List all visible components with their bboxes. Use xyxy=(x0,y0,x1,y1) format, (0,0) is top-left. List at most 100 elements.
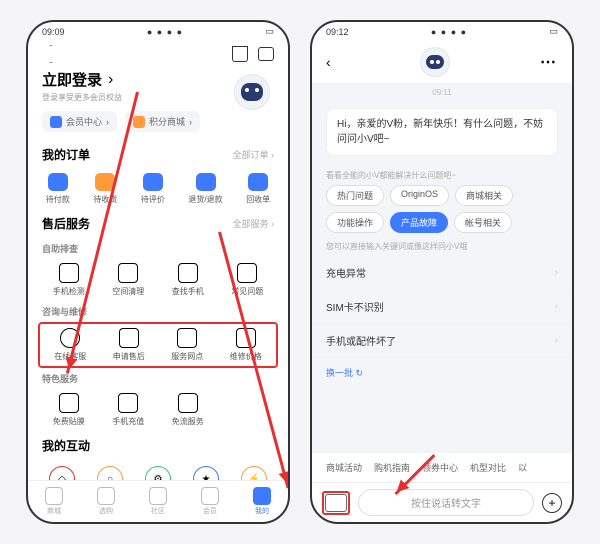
orders-more[interactable]: 全部订单 › xyxy=(233,148,275,161)
tab-mall[interactable]: 商城 xyxy=(45,487,63,516)
orders-title: 我的订单 xyxy=(42,146,90,163)
tab-mine[interactable]: 我的 xyxy=(253,487,271,516)
wrench-icon xyxy=(236,328,256,348)
chip-product-fault[interactable]: 产品故障 xyxy=(390,212,448,233)
interact-bolt-icon[interactable]: ⚡ xyxy=(241,466,267,480)
recycle-icon xyxy=(248,173,268,191)
chat-timestamp: 09:11 xyxy=(312,83,572,102)
chip-account[interactable]: 帐号相关 xyxy=(454,212,512,233)
settings-icon[interactable] xyxy=(42,45,60,63)
coin-icon xyxy=(133,116,145,128)
tab-member[interactable]: 会员 xyxy=(201,487,219,516)
chevron-right-icon: › xyxy=(108,71,113,89)
topup-icon xyxy=(118,393,138,413)
quick-link[interactable]: 购机指南 xyxy=(374,461,410,474)
diamond-icon xyxy=(50,116,62,128)
broom-icon xyxy=(118,263,138,283)
more-icon[interactable]: ⋯ xyxy=(540,52,558,72)
battery-indicator: ▭ xyxy=(549,26,558,37)
service-point[interactable]: 服务网点 xyxy=(161,328,214,362)
interact-star-icon[interactable]: ★ xyxy=(193,466,219,480)
avatar[interactable] xyxy=(234,74,270,110)
keyboard-button-highlight xyxy=(322,491,350,515)
faq-sim[interactable]: SIM卡不识别› xyxy=(312,290,572,324)
back-button[interactable]: ‹ xyxy=(326,54,331,70)
interact-diamond-icon[interactable]: ◇ xyxy=(49,466,75,480)
aftersale-title: 售后服务 xyxy=(42,215,90,232)
consult-sub: 咨询与维修 xyxy=(28,301,288,322)
phone-topup[interactable]: 手机充值 xyxy=(102,393,156,427)
status-icons: ● ● ● ● xyxy=(147,27,183,37)
messages-icon[interactable] xyxy=(258,47,274,61)
faq[interactable]: 常见问题 xyxy=(221,263,275,297)
tag-icon xyxy=(97,487,115,505)
chat-header: ‹ ⋯ xyxy=(312,41,572,83)
chat-avatar[interactable] xyxy=(420,47,450,77)
interact-circle-icon[interactable]: ○ xyxy=(97,466,123,480)
chevron-right-icon: › xyxy=(555,301,558,312)
online-service[interactable]: 在线客服 xyxy=(44,328,97,362)
headset-icon xyxy=(60,328,80,348)
box-icon xyxy=(95,173,115,191)
apply-aftersale[interactable]: 申请售后 xyxy=(103,328,156,362)
signal-icon xyxy=(178,393,198,413)
shield-icon xyxy=(59,393,79,413)
member-center-pill[interactable]: 会员中心› xyxy=(42,111,117,132)
wallet-icon xyxy=(48,173,68,191)
quick-link[interactable]: 领券中心 xyxy=(422,461,458,474)
user-icon xyxy=(253,487,271,505)
free-film[interactable]: 免费贴膜 xyxy=(42,393,96,427)
interact-gear-icon[interactable]: ⚙ xyxy=(145,466,171,480)
chevron-right-icon: › xyxy=(555,267,558,278)
tab-bar: 商城 选购 社区 会员 我的 xyxy=(28,480,288,522)
refresh-batch[interactable]: 换一批 ↻ xyxy=(312,358,572,387)
keyboard-icon[interactable] xyxy=(325,494,347,512)
form-icon xyxy=(119,328,139,348)
cart-icon[interactable] xyxy=(232,46,248,62)
interact-title: 我的互动 xyxy=(42,437,90,454)
heart-icon xyxy=(45,487,63,505)
quick-link[interactable]: 机型对比 xyxy=(470,461,506,474)
tab-shop[interactable]: 选购 xyxy=(97,487,115,516)
plus-button[interactable]: + xyxy=(542,493,562,513)
chip-hot[interactable]: 热门问题 xyxy=(326,185,384,206)
login-title: 立即登录 xyxy=(42,69,102,90)
status-icons: ● ● ● ● xyxy=(431,27,467,37)
voice-input[interactable]: 按住说话转文字 xyxy=(358,489,534,516)
space-clean[interactable]: 空间清理 xyxy=(102,263,156,297)
aftersale-more[interactable]: 全部服务 › xyxy=(233,217,275,230)
order-refund[interactable]: 退货/退款 xyxy=(188,173,222,205)
hint-text-2: 您可以直接输入关键词或像这样问小V哦 xyxy=(312,233,572,256)
points-mall-pill[interactable]: 积分商城› xyxy=(125,111,200,132)
chip-mall[interactable]: 商城相关 xyxy=(455,185,513,206)
find-phone[interactable]: 查找手机 xyxy=(161,263,215,297)
faq-charging[interactable]: 充电异常› xyxy=(312,256,572,290)
clock: 09:09 xyxy=(42,27,65,37)
order-pending-review[interactable]: 待评价 xyxy=(141,173,165,205)
self-check-sub: 自助排查 xyxy=(28,238,288,259)
faq-broken[interactable]: 手机或配件坏了› xyxy=(312,324,572,358)
order-pending-pay[interactable]: 待付款 xyxy=(46,173,70,205)
order-row: 待付款 待收货 待评价 退货/退款 回收单 xyxy=(28,169,288,209)
phone-left: 09:09 ● ● ● ● ▭ 立即登录 › 登录享受更多会员权益 会员中心› … xyxy=(26,20,290,524)
diamond-icon xyxy=(201,487,219,505)
order-pending-receive[interactable]: 待收货 xyxy=(93,173,117,205)
status-bar: 09:09 ● ● ● ● ▭ xyxy=(28,22,288,41)
top-bar xyxy=(28,41,288,67)
free-data[interactable]: 免流服务 xyxy=(161,393,215,427)
status-bar: 09:12 ● ● ● ● ▭ xyxy=(312,22,572,41)
clock: 09:12 xyxy=(326,27,349,37)
return-icon xyxy=(196,173,216,191)
repair-price[interactable]: 维修价格 xyxy=(220,328,273,362)
store-icon xyxy=(177,328,197,348)
phone-diag[interactable]: 手机检测 xyxy=(42,263,96,297)
order-recycle[interactable]: 回收单 xyxy=(246,173,270,205)
quick-link[interactable]: 以 xyxy=(518,461,527,474)
hint-text: 看看全能的小V都能解决什么问题吧~ xyxy=(312,162,572,185)
tab-community[interactable]: 社区 xyxy=(149,487,167,516)
question-icon xyxy=(237,263,257,283)
quick-link[interactable]: 商城活动 xyxy=(326,461,362,474)
chip-function[interactable]: 功能操作 xyxy=(326,212,384,233)
chip-originos[interactable]: OriginOS xyxy=(390,185,449,206)
chat-input-bar: 按住说话转文字 + xyxy=(312,482,572,522)
